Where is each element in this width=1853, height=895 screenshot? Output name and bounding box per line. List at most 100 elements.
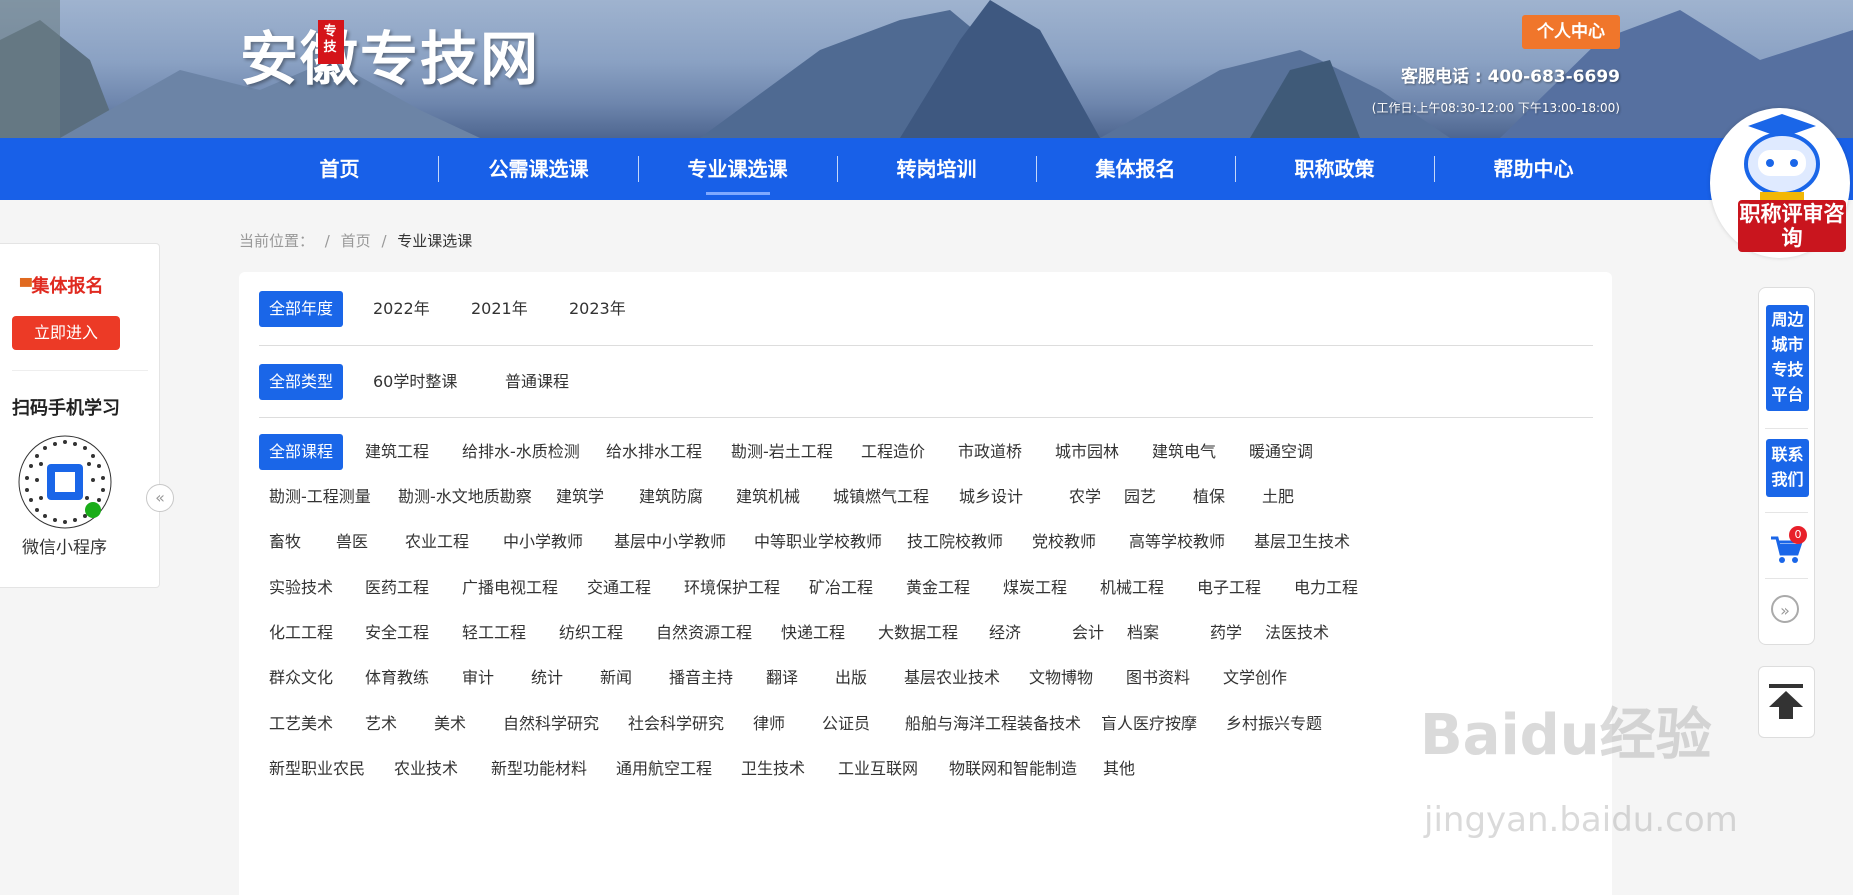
site-logo[interactable]: 安徽专技网 专技	[240, 12, 540, 96]
category-filter-option[interactable]: 统计	[521, 660, 573, 696]
category-filter-option[interactable]: 工程造价	[851, 434, 935, 470]
year-filter-option[interactable]: 2023年	[559, 291, 636, 327]
type-filter-option[interactable]: 普通课程	[495, 364, 579, 400]
category-filter-option[interactable]: 机械工程	[1090, 570, 1174, 606]
category-filter-option[interactable]: 暖通空调	[1239, 434, 1323, 470]
back-to-top-button[interactable]	[1758, 666, 1815, 738]
category-filter-option[interactable]: 基层中小学教师	[604, 524, 736, 560]
category-filter-option[interactable]: 其他	[1093, 751, 1145, 787]
breadcrumb-home[interactable]: 首页	[341, 232, 371, 250]
category-filter-option[interactable]: 建筑防腐	[629, 479, 713, 515]
category-filter-option[interactable]: 乡村振兴专题	[1216, 706, 1332, 742]
nav-help-center[interactable]: 帮助中心	[1434, 138, 1633, 200]
category-filter-option[interactable]: 技工院校教师	[897, 524, 1013, 560]
category-filter-option[interactable]: 安全工程	[355, 615, 439, 651]
category-filter-option[interactable]: 高等学校教师	[1119, 524, 1235, 560]
category-filter-option[interactable]: 勘测-水文地质勘察	[388, 479, 542, 515]
category-filter-option[interactable]: 图书资料	[1116, 660, 1200, 696]
category-filter-option[interactable]: 盲人医疗按摩	[1091, 706, 1207, 742]
collapse-left-icon[interactable]: «	[146, 484, 174, 512]
type-filter-all[interactable]: 全部类型	[259, 364, 344, 400]
category-filter-option[interactable]: 群众文化	[259, 660, 343, 696]
category-filter-option[interactable]: 审计	[452, 660, 504, 696]
category-filter-option[interactable]: 实验技术	[259, 570, 343, 606]
category-filter-option[interactable]: 会计	[1062, 615, 1114, 651]
category-filter-option[interactable]: 城市园林	[1045, 434, 1129, 470]
category-filter-option[interactable]: 工业互联网	[828, 751, 928, 787]
category-filter-option[interactable]: 档案	[1117, 615, 1169, 651]
category-filter-option[interactable]: 基层卫生技术	[1244, 524, 1360, 560]
category-filter-option[interactable]: 新闻	[590, 660, 642, 696]
year-filter-all[interactable]: 全部年度	[259, 291, 344, 327]
category-filter-option[interactable]: 自然资源工程	[646, 615, 762, 651]
nav-public-courses[interactable]: 公需课选课	[439, 138, 638, 200]
category-filter-option[interactable]: 给排水-水质检测	[452, 434, 590, 470]
category-filter-option[interactable]: 党校教师	[1022, 524, 1106, 560]
category-filter-option[interactable]: 新型职业农民	[259, 751, 375, 787]
category-filter-option[interactable]: 药学	[1200, 615, 1252, 651]
category-filter-option[interactable]: 播音主持	[659, 660, 743, 696]
category-filter-option[interactable]: 出版	[825, 660, 877, 696]
personal-center-button[interactable]: 个人中心	[1522, 15, 1620, 49]
category-filter-option[interactable]: 农业技术	[384, 751, 468, 787]
category-filter-option[interactable]: 电力工程	[1284, 570, 1368, 606]
category-filter-option[interactable]: 勘测-岩土工程	[721, 434, 843, 470]
category-filter-option[interactable]: 建筑机械	[726, 479, 810, 515]
category-filter-option[interactable]: 自然科学研究	[493, 706, 609, 742]
category-filter-option[interactable]: 物联网和智能制造	[939, 751, 1087, 787]
nav-group-enroll[interactable]: 集体报名	[1036, 138, 1235, 200]
category-filter-option[interactable]: 翻译	[756, 660, 808, 696]
category-filter-option[interactable]: 交通工程	[577, 570, 661, 606]
nav-professional-courses[interactable]: 专业课选课	[638, 138, 837, 200]
year-filter-option[interactable]: 2022年	[363, 291, 440, 327]
nearby-platforms-button[interactable]: 周边城市专技平台	[1766, 305, 1809, 411]
category-filter-option[interactable]: 法医技术	[1255, 615, 1339, 651]
category-filter-option[interactable]: 建筑工程	[355, 434, 439, 470]
category-filter-option[interactable]: 建筑学	[546, 479, 614, 515]
category-filter-option[interactable]: 律师	[743, 706, 795, 742]
category-filter-option[interactable]: 公证员	[812, 706, 880, 742]
category-filter-option[interactable]: 文物博物	[1019, 660, 1103, 696]
category-filter-option[interactable]: 基层农业技术	[894, 660, 1010, 696]
year-filter-option[interactable]: 2021年	[461, 291, 538, 327]
category-filter-all[interactable]: 全部课程	[259, 434, 344, 470]
category-filter-option[interactable]: 畜牧	[259, 524, 311, 560]
category-filter-option[interactable]: 给水排水工程	[596, 434, 712, 470]
category-filter-option[interactable]: 快递工程	[771, 615, 855, 651]
category-filter-option[interactable]: 纺织工程	[549, 615, 633, 651]
consult-mascot[interactable]: 职称评审咨询	[1708, 108, 1853, 258]
category-filter-option[interactable]: 建筑电气	[1142, 434, 1226, 470]
category-filter-option[interactable]: 农业工程	[395, 524, 479, 560]
category-filter-option[interactable]: 工艺美术	[259, 706, 343, 742]
category-filter-option[interactable]: 植保	[1183, 479, 1235, 515]
category-filter-option[interactable]: 黄金工程	[896, 570, 980, 606]
category-filter-option[interactable]: 化工工程	[259, 615, 343, 651]
category-filter-option[interactable]: 勘测-工程测量	[259, 479, 381, 515]
category-filter-option[interactable]: 园艺	[1114, 479, 1166, 515]
nav-title-policy[interactable]: 职称政策	[1235, 138, 1434, 200]
category-filter-option[interactable]: 新型功能材料	[481, 751, 597, 787]
type-filter-option[interactable]: 60学时整课	[363, 364, 467, 400]
nav-home[interactable]: 首页	[240, 138, 439, 200]
category-filter-option[interactable]: 大数据工程	[868, 615, 968, 651]
category-filter-option[interactable]: 中小学教师	[493, 524, 593, 560]
category-filter-option[interactable]: 城镇燃气工程	[823, 479, 939, 515]
nav-transfer-training[interactable]: 转岗培训	[837, 138, 1036, 200]
category-filter-option[interactable]: 船舶与海洋工程装备技术	[895, 706, 1091, 742]
category-filter-option[interactable]: 艺术	[355, 706, 407, 742]
category-filter-option[interactable]: 电子工程	[1187, 570, 1271, 606]
expand-more-icon[interactable]: »	[1771, 595, 1799, 623]
category-filter-option[interactable]: 城乡设计	[949, 479, 1033, 515]
category-filter-option[interactable]: 通用航空工程	[606, 751, 722, 787]
category-filter-option[interactable]: 卫生技术	[731, 751, 815, 787]
contact-us-button[interactable]: 联系我们	[1766, 439, 1809, 497]
category-filter-option[interactable]: 经济	[979, 615, 1031, 651]
category-filter-option[interactable]: 矿冶工程	[799, 570, 883, 606]
category-filter-option[interactable]: 中等职业学校教师	[744, 524, 892, 560]
category-filter-option[interactable]: 市政道桥	[948, 434, 1032, 470]
category-filter-option[interactable]: 农学	[1059, 479, 1111, 515]
category-filter-option[interactable]: 美术	[424, 706, 476, 742]
category-filter-option[interactable]: 环境保护工程	[674, 570, 790, 606]
category-filter-option[interactable]: 体育教练	[355, 660, 439, 696]
category-filter-option[interactable]: 兽医	[326, 524, 378, 560]
